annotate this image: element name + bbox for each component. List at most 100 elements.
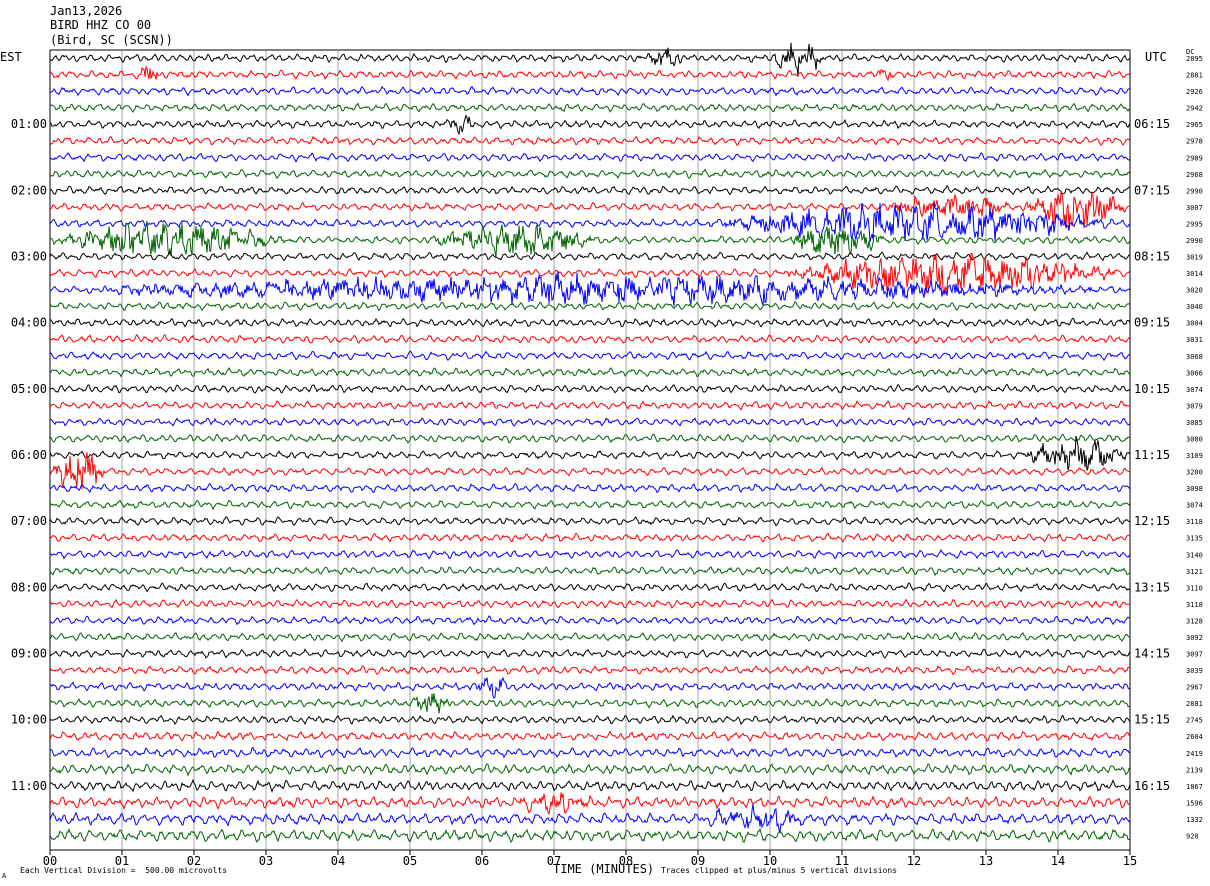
dc-offset-value: 2990 (1186, 237, 1203, 245)
dc-offset-value: 2989 (1186, 154, 1203, 162)
left-timezone-label: EST (0, 50, 22, 64)
left-hour-label: 08:00 (11, 580, 47, 594)
dc-offset-value: 3079 (1186, 402, 1203, 410)
trace-line (49, 102, 1131, 113)
left-hour-label: 07:00 (11, 514, 47, 528)
dc-offset-value: 2965 (1186, 121, 1203, 129)
header-location: (Bird, SC (SCSN)) (50, 33, 173, 47)
dc-offset-value: 2995 (1186, 220, 1203, 228)
left-hour-label: 04:00 (11, 316, 47, 330)
left-hour-label: 10:00 (11, 713, 47, 727)
trace-line (49, 435, 1131, 471)
trace-line (49, 482, 1131, 494)
trace-line (49, 350, 1131, 362)
trace-line (49, 135, 1131, 147)
trace-line (49, 317, 1131, 328)
left-hour-label: 01:00 (11, 117, 47, 131)
dc-offset-value: 3074 (1186, 386, 1203, 394)
dc-offset-value: 2967 (1186, 684, 1203, 692)
trace-line (49, 763, 1131, 777)
trace-line (49, 366, 1131, 378)
dc-offset-value: 2990 (1186, 187, 1203, 195)
dc-offset-value: 3097 (1186, 651, 1203, 659)
dc-offset-value: 2968 (1186, 171, 1203, 179)
dc-offset-value: 1596 (1186, 799, 1203, 807)
trace-line (49, 271, 1131, 307)
dc-offset-value: 1332 (1186, 816, 1203, 824)
trace-line (49, 383, 1131, 394)
left-hour-label: 03:00 (11, 250, 47, 264)
dc-offset-value: 2942 (1186, 105, 1203, 113)
dc-offset-value: 3140 (1186, 551, 1203, 559)
trace-line (49, 676, 1131, 700)
trace-line (49, 631, 1131, 643)
trace-line (49, 114, 1131, 136)
trace-line (49, 693, 1131, 714)
trace-line (49, 333, 1131, 345)
dc-offset-value: 2926 (1186, 88, 1203, 96)
trace-line (49, 615, 1131, 626)
right-hour-label: 15:15 (1134, 713, 1170, 727)
right-hour-label: 09:15 (1134, 316, 1170, 330)
dc-offset-value: 2895 (1186, 55, 1203, 63)
dc-offset-value: 3121 (1186, 568, 1203, 576)
trace-line (49, 532, 1131, 543)
dc-offset-value: 3066 (1186, 369, 1203, 377)
x-tick-label: 14 (1051, 854, 1065, 868)
right-hour-label: 13:15 (1134, 580, 1170, 594)
trace-line (49, 516, 1131, 527)
dc-offset-value: 3007 (1186, 204, 1203, 212)
dc-offset-value: 920 (1186, 832, 1199, 840)
x-tick-label: 12 (907, 854, 921, 868)
trace-line (49, 746, 1131, 759)
trace-line (49, 665, 1131, 676)
x-axis-label: TIME (MINUTES) (553, 862, 655, 876)
right-hour-label: 06:15 (1134, 117, 1170, 131)
dc-offset-value: 3080 (1186, 435, 1203, 443)
corner-mark: A (2, 872, 7, 880)
trace-line (49, 65, 1131, 82)
right-hour-label: 12:15 (1134, 514, 1170, 528)
trace-line (49, 598, 1131, 610)
dc-offset-value: 3109 (1186, 452, 1203, 460)
header-station: BIRD HHZ CO 00 (50, 18, 152, 32)
dc-offset-value: 3031 (1186, 336, 1203, 344)
footer-clip-note: Traces clipped at plus/minus 5 vertical … (661, 866, 898, 875)
x-tick-label: 03 (259, 854, 273, 868)
dc-offset-value: 3039 (1186, 667, 1203, 675)
dc-offset-value: 3135 (1186, 535, 1203, 543)
dc-offset-value: 3085 (1186, 419, 1203, 427)
dc-offset-value: 3110 (1186, 584, 1203, 592)
dc-offset-value: 2604 (1186, 733, 1203, 741)
dc-offset-value: 2881 (1186, 700, 1203, 708)
dc-offset-value: 1867 (1186, 783, 1203, 791)
trace-line (49, 85, 1131, 97)
trace-line (49, 433, 1131, 444)
right-hour-label: 07:15 (1134, 183, 1170, 197)
trace-line (49, 152, 1131, 163)
trace-line (49, 778, 1131, 793)
dc-offset-value: 3040 (1186, 303, 1203, 311)
trace-line (49, 184, 1131, 196)
left-hour-label: 11:00 (11, 779, 47, 793)
trace-line (49, 792, 1131, 816)
dc-offset-value: 2139 (1186, 766, 1203, 774)
left-hour-label: 09:00 (11, 647, 47, 661)
x-tick-label: 15 (1123, 854, 1137, 868)
trace-line (49, 827, 1131, 844)
x-tick-label: 04 (331, 854, 345, 868)
trace-line (49, 582, 1131, 593)
helicorder-plot: 00 01 02 03 04 05 06 07 08 09 10 11 12 13 14 1501:0002:… (11, 42, 1203, 868)
dc-offset-value: 2419 (1186, 750, 1203, 758)
trace-line (49, 648, 1131, 659)
trace-line (49, 168, 1131, 180)
trace-line (49, 714, 1131, 726)
dc-offset-value: 3020 (1186, 287, 1203, 295)
dc-offset-value: 2881 (1186, 72, 1203, 80)
right-hour-label: 16:15 (1134, 779, 1170, 793)
dc-offset-value: 3118 (1186, 601, 1203, 609)
left-hour-label: 02:00 (11, 183, 47, 197)
trace-line (49, 400, 1131, 411)
dc-offset-value: 3098 (1186, 485, 1203, 493)
dc-offset-value: 3092 (1186, 634, 1203, 642)
